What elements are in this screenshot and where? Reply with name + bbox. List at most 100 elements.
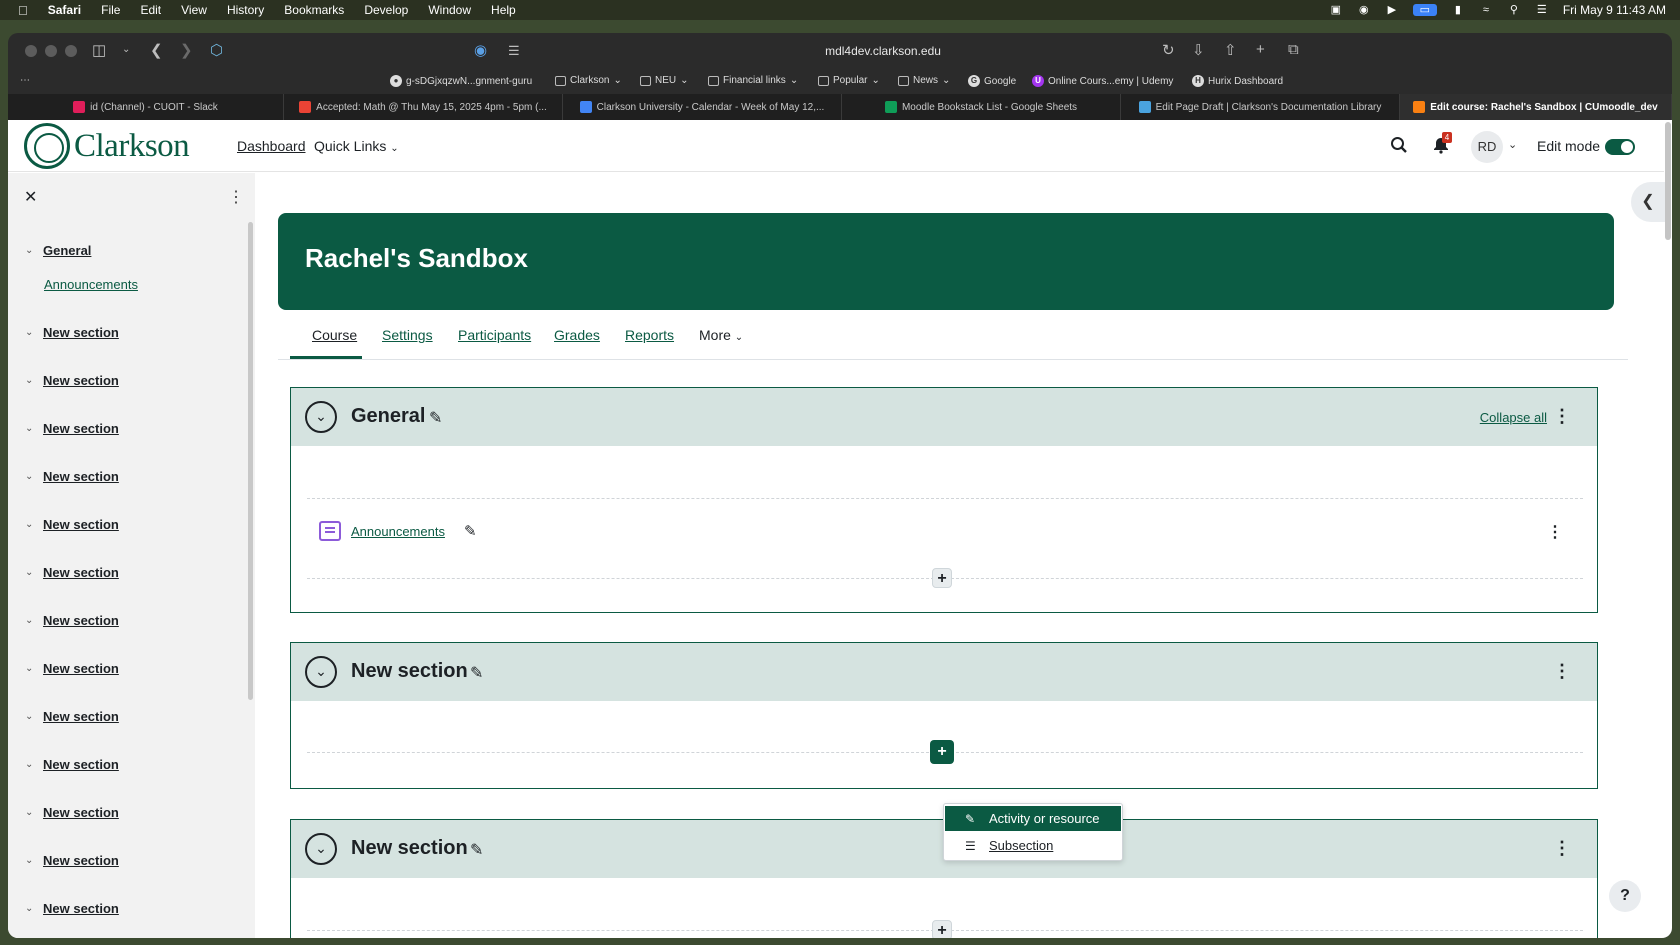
chevron-down-icon[interactable]: ⌄ [25,615,35,626]
minimize-window-icon[interactable] [45,45,57,57]
menu-item-subsection[interactable]: ☰ Subsection [945,833,1121,858]
tab-participants[interactable]: Participants [458,327,531,343]
course-index-section-label[interactable]: New section [43,757,119,772]
tab-sheets[interactable]: Moodle Bookstack List - Google Sheets [842,94,1121,120]
section-options-kebab-icon[interactable]: ⋮ [1553,661,1571,682]
chevron-down-icon[interactable]: ⌄ [25,567,35,578]
chevron-down-icon[interactable]: ⌄ [25,471,35,482]
drawer-scrollbar[interactable] [248,222,253,700]
nav-dashboard[interactable]: Dashboard [237,138,306,154]
course-index-section-label[interactable]: New section [43,421,119,436]
collapse-section-chevron-icon[interactable]: ⌄ [305,656,337,688]
edit-activity-name-pencil-icon[interactable]: ✎ [464,522,477,540]
course-index-section[interactable]: ⌄ New section [25,757,119,772]
course-index-section-label[interactable]: New section [43,805,119,820]
zoom-window-icon[interactable] [65,45,77,57]
course-index-section-label[interactable]: General [43,243,91,258]
course-index-section-label[interactable]: New section [43,661,119,676]
course-index-section-label[interactable]: New section [43,613,119,628]
course-index-section-label[interactable]: New section [43,709,119,724]
bookmarks-grid-icon[interactable]: ⋯ [20,75,30,86]
course-index-section-label[interactable]: New section [43,853,119,868]
chevron-down-icon[interactable]: ⌄ [25,423,35,434]
chevron-down-icon[interactable]: ⌄ [25,903,35,914]
course-index-section[interactable]: ⌄ New section [25,517,119,532]
course-index-section[interactable]: ⌄ New section [25,469,119,484]
tab-overview-icon[interactable]: ⧉ [1288,41,1299,58]
course-index-section[interactable]: ⌄ New section [25,613,119,628]
course-index-section[interactable]: ⌄ New section [25,661,119,676]
menu-bookmarks[interactable]: Bookmarks [284,3,344,17]
course-index-section-label[interactable]: New section [43,325,119,340]
course-index-section-label[interactable]: New section [43,469,119,484]
play-icon[interactable]: ▶ [1385,4,1399,16]
tab-slack[interactable]: id (Channel) - CUOIT - Slack [8,94,284,120]
chevron-down-icon[interactable]: ⌄ [25,519,35,530]
tab-gmail[interactable]: Accepted: Math @ Thu May 15, 2025 4pm - … [284,94,563,120]
collapse-section-chevron-icon[interactable]: ⌄ [305,401,337,433]
bookmark-folder-neu[interactable]: NEU ⌄ [640,75,689,86]
menu-app-name[interactable]: Safari [48,3,81,17]
collapse-section-chevron-icon[interactable]: ⌄ [305,833,337,865]
menu-item-activity-or-resource[interactable]: ✎ Activity or resource [945,806,1121,831]
course-index-section[interactable]: ⌄ New section [25,325,119,340]
forward-icon[interactable]: ❯ [180,41,193,59]
apple-menu-icon[interactable]:  [18,3,28,18]
spotlight-icon[interactable]: ⚲ [1507,4,1521,16]
chevron-down-icon[interactable]: ⌄ [25,807,35,818]
tab-reports[interactable]: Reports [625,327,674,343]
control-center-icon[interactable]: ☰ [1535,4,1549,16]
add-content-plus-button-active[interactable]: + [930,740,954,764]
collapse-all-link[interactable]: Collapse all [1480,410,1547,425]
course-index-section[interactable]: ⌄ New section [25,805,119,820]
course-index-section[interactable]: ⌄ New section [25,901,119,916]
drawer-options-kebab-icon[interactable]: ⋮ [228,187,244,207]
course-index-section-label[interactable]: New section [43,373,119,388]
tab-calendar[interactable]: Clarkson University - Calendar - Week of… [563,94,842,120]
bookmark-hurix[interactable]: H Hurix Dashboard [1192,75,1283,87]
chevron-down-icon[interactable]: ⌄ [25,759,35,770]
sidebar-menu-chevron-icon[interactable]: ⌄ [122,44,130,55]
nav-quick-links[interactable]: Quick Links ⌄ [314,138,399,154]
password-icon[interactable]: ◉ [1357,4,1371,16]
new-tab-icon[interactable]: + [1256,41,1265,58]
extension-icon[interactable]: ⬡ [210,41,223,59]
menu-history[interactable]: History [227,3,264,17]
tab-grades[interactable]: Grades [554,327,600,343]
chevron-down-icon[interactable]: ⌄ [25,375,35,386]
activity-options-kebab-icon[interactable]: ⋮ [1547,522,1563,542]
status-app-icon[interactable]: ▣ [1329,4,1343,16]
bookmark-google[interactable]: G Google [968,75,1016,87]
tab-bookstack[interactable]: Edit Page Draft | Clarkson's Documentati… [1121,94,1400,120]
course-index-section[interactable]: ⌄ New section [25,709,119,724]
tab-settings[interactable]: Settings [382,327,433,343]
course-index-section[interactable]: ⌄ New section [25,565,119,580]
chevron-down-icon[interactable]: ⌄ [25,711,35,722]
section-options-kebab-icon[interactable]: ⋮ [1553,838,1571,859]
downloads-icon[interactable]: ⇩ [1192,41,1205,59]
share-icon[interactable]: ⇧ [1224,41,1237,59]
course-index-section-label[interactable]: New section [43,901,119,916]
close-window-icon[interactable] [25,45,37,57]
course-index-announcements[interactable]: Announcements [44,277,138,292]
battery-icon[interactable]: ▮ [1451,4,1465,16]
address-bar[interactable]: mdl4dev.clarkson.edu [463,38,1303,64]
course-index-section-general[interactable]: ⌄ General [25,243,91,258]
chevron-down-icon[interactable]: ⌄ [25,663,35,674]
back-icon[interactable]: ❮ [150,41,163,59]
bookmark-udemy[interactable]: U Online Cours...emy | Udemy [1032,75,1173,87]
add-content-plus-button[interactable]: + [932,568,952,588]
menu-help[interactable]: Help [491,3,516,17]
user-avatar[interactable]: RD [1471,131,1503,163]
screen-mirroring-icon[interactable]: ▭ [1412,4,1437,16]
course-index-section-label[interactable]: New section [43,517,119,532]
chevron-down-icon[interactable]: ⌄ [25,327,35,338]
tab-course[interactable]: Course [312,327,357,343]
chevron-down-icon[interactable]: ⌄ [25,855,35,866]
user-menu-chevron-icon[interactable]: ⌄ [1508,138,1517,151]
open-block-drawer-chevron-left-icon[interactable]: ❮ [1631,182,1665,222]
close-drawer-icon[interactable]: ✕ [24,187,37,207]
bookmark-folder-news[interactable]: News ⌄ [898,75,950,86]
activity-announcements-link[interactable]: Announcements [351,524,445,539]
edit-mode-toggle[interactable] [1605,139,1635,155]
